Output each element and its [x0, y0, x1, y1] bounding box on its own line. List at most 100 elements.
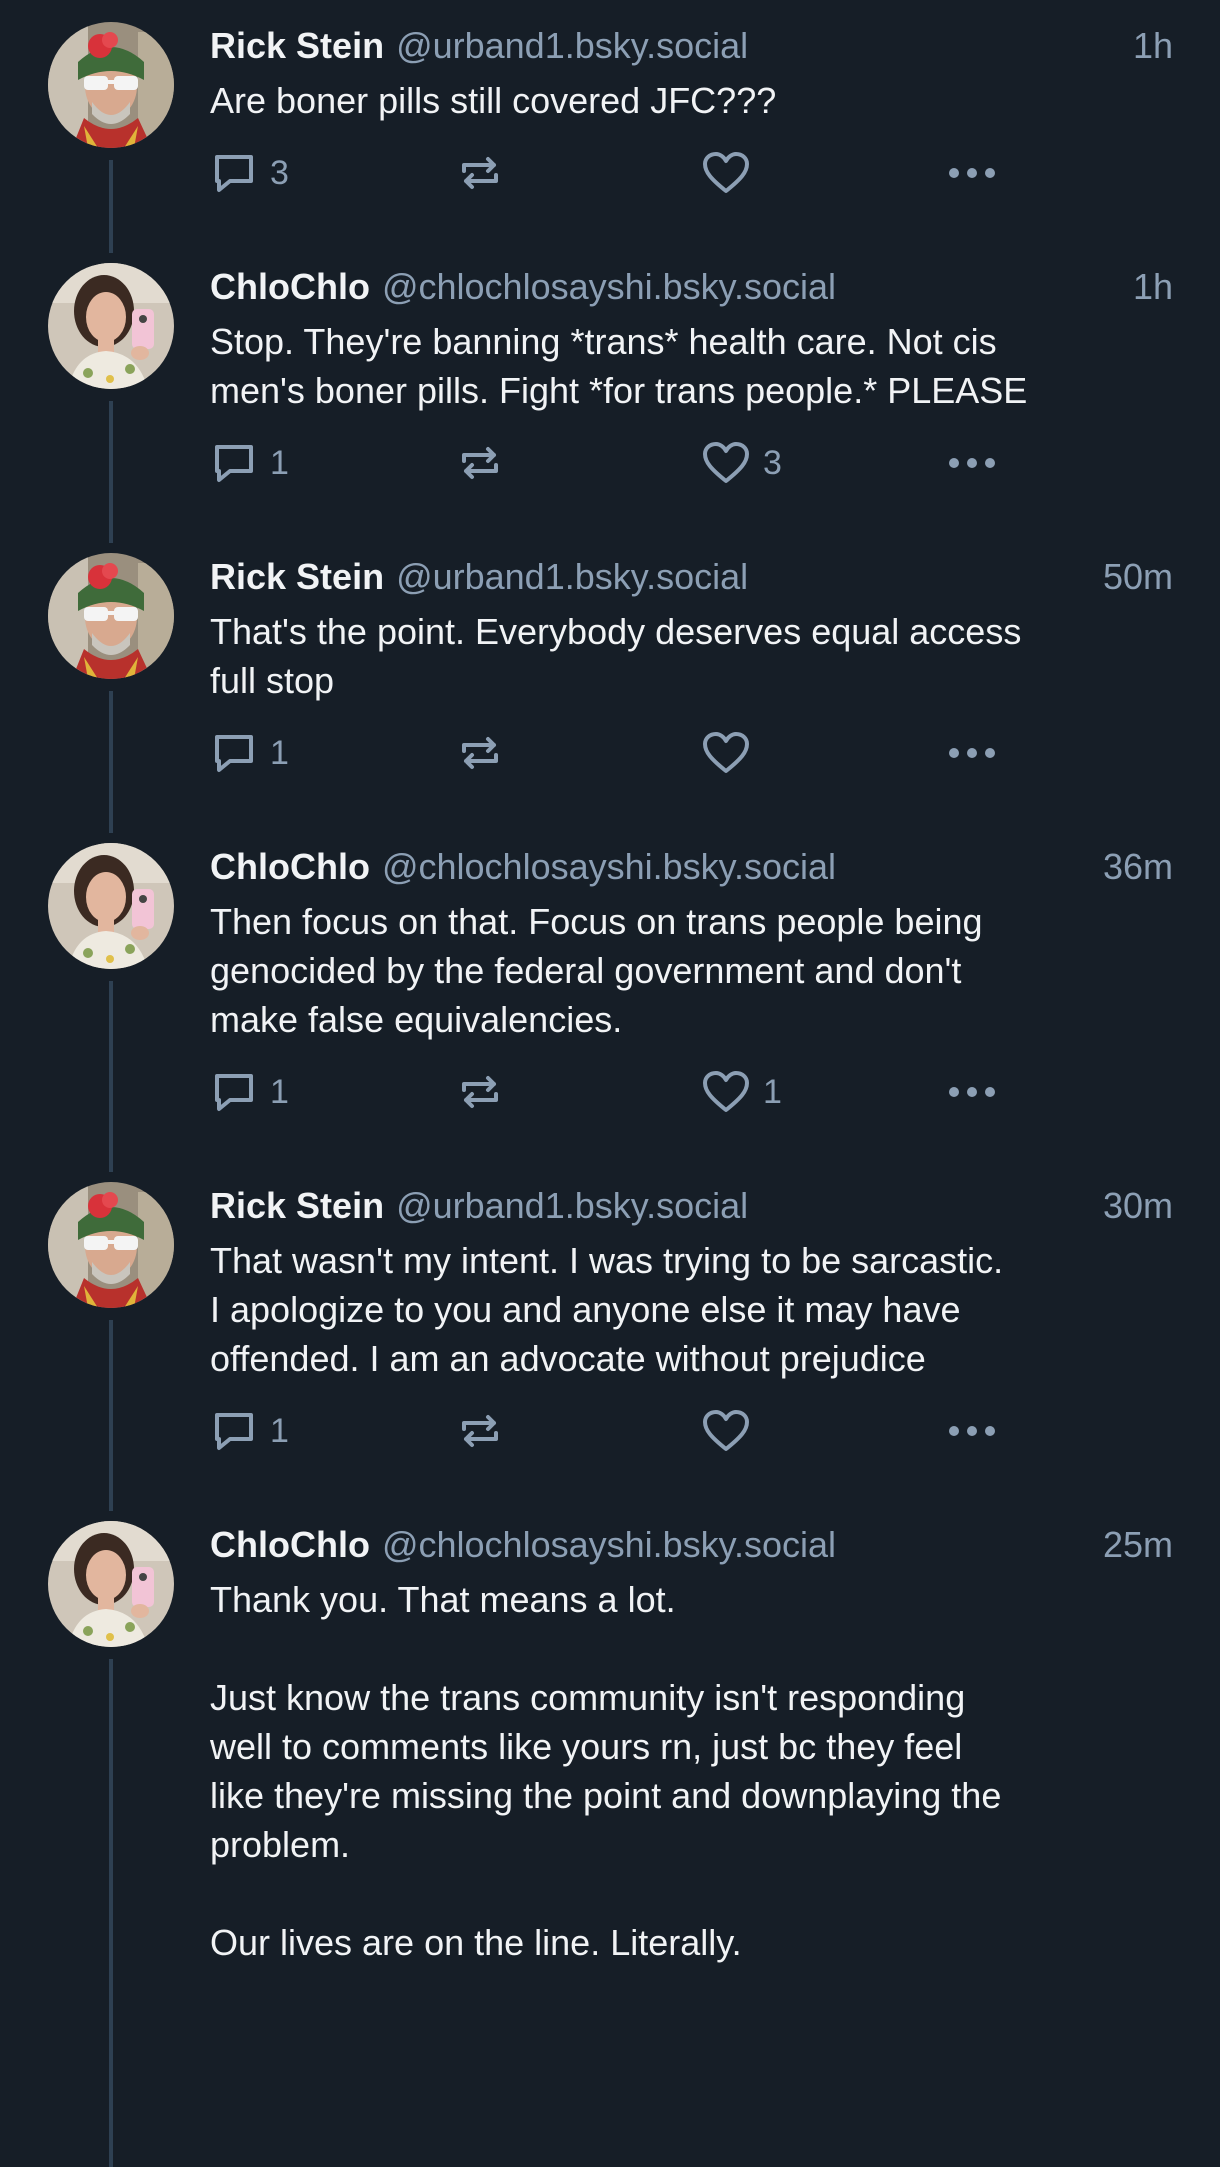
- post-header: Rick Stein @urband1.bsky.social 30m: [210, 1184, 1173, 1228]
- author-handle[interactable]: @chlochlosayshi.bsky.social: [382, 265, 836, 309]
- repost-icon: [462, 1415, 498, 1447]
- ellipsis-icon: [949, 168, 995, 178]
- avatar-chlochlo[interactable]: [48, 263, 174, 389]
- speech-bubble-icon: [215, 735, 253, 772]
- post-thread: Rick Stein @urband1.bsky.social 1h Are b…: [0, 0, 1220, 2167]
- post-header: Rick Stein @urband1.bsky.social 1h: [210, 24, 1173, 68]
- reply-button[interactable]: 1: [210, 723, 456, 783]
- thread-line: [109, 1659, 113, 2167]
- post[interactable]: Rick Stein @urband1.bsky.social 50m That…: [0, 531, 1220, 833]
- heart-icon: [703, 1071, 749, 1112]
- post-content: ChloChlo @chlochlosayshi.bsky.social 36m…: [210, 821, 1220, 1160]
- reply-count: 3: [270, 153, 289, 192]
- like-count: 3: [763, 443, 782, 482]
- repost-icon: [462, 447, 498, 479]
- post-content: ChloChlo @chlochlosayshi.bsky.social 1h …: [210, 241, 1220, 531]
- speech-bubble-icon: [215, 1413, 253, 1450]
- like-button[interactable]: [701, 723, 946, 783]
- post-time[interactable]: 30m: [1103, 1184, 1173, 1228]
- more-options-button[interactable]: [946, 723, 1006, 783]
- repost-icon: [462, 1076, 498, 1108]
- post[interactable]: Rick Stein @urband1.bsky.social 30m That…: [0, 1160, 1220, 1511]
- author-name[interactable]: Rick Stein: [210, 555, 384, 599]
- thread-line: [109, 1320, 113, 1511]
- ellipsis-icon: [949, 458, 995, 468]
- repost-icon: [462, 157, 498, 189]
- repost-button[interactable]: [456, 1062, 701, 1122]
- reply-count: 1: [270, 443, 289, 482]
- post-header: Rick Stein @urband1.bsky.social 50m: [210, 555, 1173, 599]
- author-name[interactable]: ChloChlo: [210, 265, 370, 309]
- author-handle[interactable]: @chlochlosayshi.bsky.social: [382, 845, 836, 889]
- avatar-chlochlo[interactable]: [48, 1521, 174, 1647]
- reply-count: 1: [270, 733, 289, 772]
- author-name[interactable]: ChloChlo: [210, 845, 370, 889]
- post-text: Stop. They're banning *trans* health car…: [210, 321, 1028, 411]
- avatar-chlochlo[interactable]: [48, 843, 174, 969]
- ellipsis-icon: [949, 1426, 995, 1436]
- post-actions: 1 3: [210, 433, 1173, 493]
- author-handle[interactable]: @chlochlosayshi.bsky.social: [382, 1523, 836, 1567]
- post-time[interactable]: 25m: [1103, 1523, 1173, 1567]
- heart-icon: [703, 732, 749, 773]
- author-handle[interactable]: @urband1.bsky.social: [396, 24, 748, 68]
- post-actions: 1: [210, 723, 1173, 783]
- ellipsis-icon: [949, 748, 995, 758]
- post-time[interactable]: 1h: [1133, 24, 1173, 68]
- post-content: Rick Stein @urband1.bsky.social 1h Are b…: [210, 0, 1220, 241]
- heart-icon: [703, 442, 749, 483]
- post-time[interactable]: 50m: [1103, 555, 1173, 599]
- reply-button[interactable]: 3: [210, 143, 456, 203]
- post-text: That's the point. Everybody deserves equ…: [210, 611, 1022, 701]
- author-name[interactable]: Rick Stein: [210, 24, 384, 68]
- post-header: ChloChlo @chlochlosayshi.bsky.social 1h: [210, 265, 1173, 309]
- repost-button[interactable]: [456, 143, 701, 203]
- avatar-rick-stein[interactable]: [48, 22, 174, 148]
- post[interactable]: ChloChlo @chlochlosayshi.bsky.social 25m…: [0, 1499, 1220, 2167]
- heart-icon: [703, 152, 749, 193]
- post[interactable]: ChloChlo @chlochlosayshi.bsky.social 36m…: [0, 821, 1220, 1172]
- author-handle[interactable]: @urband1.bsky.social: [396, 555, 748, 599]
- post-time[interactable]: 1h: [1133, 265, 1173, 309]
- post-time[interactable]: 36m: [1103, 845, 1173, 889]
- more-options-button[interactable]: [946, 1401, 1006, 1461]
- post[interactable]: Rick Stein @urband1.bsky.social 1h Are b…: [0, 0, 1220, 253]
- speech-bubble-icon: [215, 445, 253, 482]
- author-handle[interactable]: @urband1.bsky.social: [396, 1184, 748, 1228]
- reply-count: 1: [270, 1072, 289, 1111]
- like-button[interactable]: 3: [701, 433, 946, 493]
- author-name[interactable]: ChloChlo: [210, 1523, 370, 1567]
- more-options-button[interactable]: [946, 1062, 1006, 1122]
- like-button[interactable]: [701, 1401, 946, 1461]
- post-rail: [0, 1160, 210, 1511]
- repost-icon: [462, 737, 498, 769]
- repost-button[interactable]: [456, 433, 701, 493]
- repost-button[interactable]: [456, 723, 701, 783]
- thread-line: [109, 981, 113, 1172]
- post-rail: [0, 241, 210, 543]
- reply-button[interactable]: 1: [210, 1062, 456, 1122]
- post-rail: [0, 1499, 210, 2167]
- thread-line: [109, 401, 113, 543]
- reply-count: 1: [270, 1411, 289, 1450]
- reply-button[interactable]: 1: [210, 1401, 456, 1461]
- post-content: Rick Stein @urband1.bsky.social 30m That…: [210, 1160, 1220, 1499]
- repost-button[interactable]: [456, 1401, 701, 1461]
- more-options-button[interactable]: [946, 433, 1006, 493]
- like-button[interactable]: 1: [701, 1062, 946, 1122]
- avatar-rick-stein[interactable]: [48, 1182, 174, 1308]
- reply-button[interactable]: 1: [210, 433, 456, 493]
- more-options-button[interactable]: [946, 143, 1006, 203]
- post-rail: [0, 0, 210, 253]
- post-header: ChloChlo @chlochlosayshi.bsky.social 36m: [210, 845, 1173, 889]
- heart-icon: [703, 1410, 749, 1451]
- speech-bubble-icon: [215, 155, 253, 192]
- like-button[interactable]: [701, 143, 946, 203]
- avatar-rick-stein[interactable]: [48, 553, 174, 679]
- thread-line: [109, 160, 113, 253]
- post[interactable]: ChloChlo @chlochlosayshi.bsky.social 1h …: [0, 241, 1220, 543]
- post-header: ChloChlo @chlochlosayshi.bsky.social 25m: [210, 1523, 1173, 1567]
- like-count: 1: [763, 1072, 782, 1111]
- author-name[interactable]: Rick Stein: [210, 1184, 384, 1228]
- post-rail: [0, 821, 210, 1172]
